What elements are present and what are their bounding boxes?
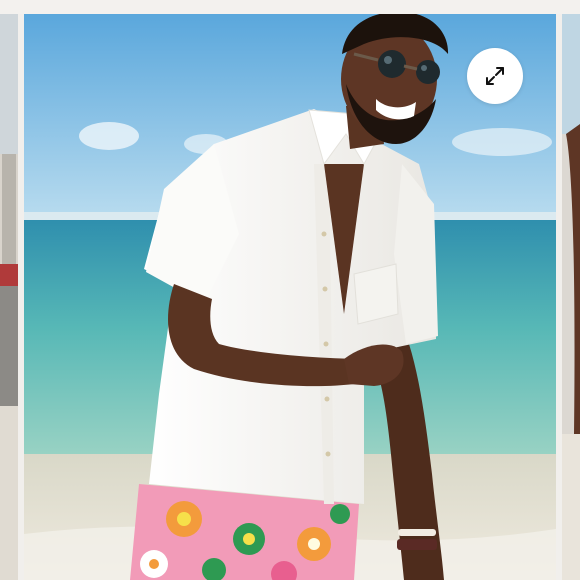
previous-image-peek[interactable] xyxy=(0,14,18,580)
next-image-peek[interactable] xyxy=(562,14,580,580)
expand-arrows-icon xyxy=(486,67,504,85)
expand-image-button[interactable] xyxy=(467,48,523,104)
main-product-image[interactable] xyxy=(24,14,556,580)
product-image-gallery xyxy=(0,0,580,580)
gallery-top-margin xyxy=(0,0,580,14)
